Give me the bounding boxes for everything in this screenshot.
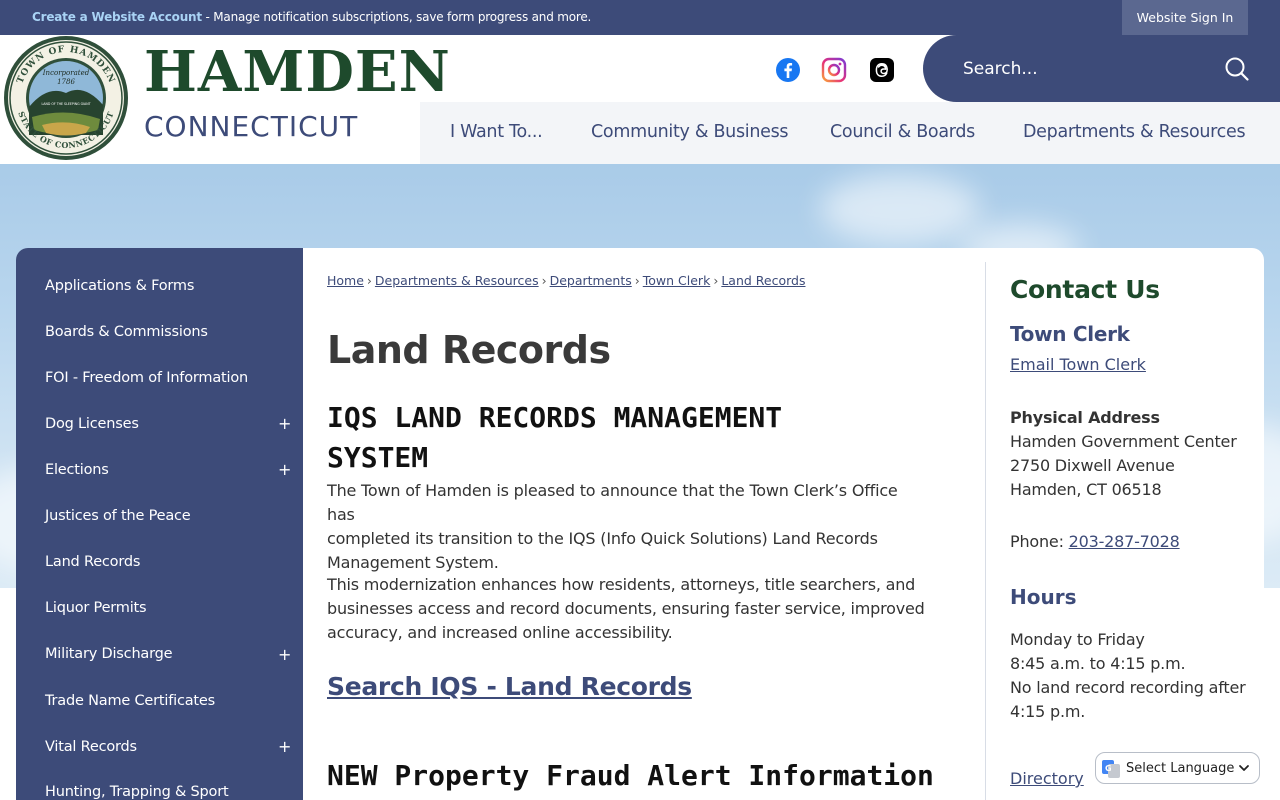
intro-paragraph: The Town of Hamden is pleased to announc… (327, 479, 927, 575)
svg-text:G: G (1105, 764, 1112, 773)
main-navigation: I Want To... Community & Business Counci… (420, 102, 1280, 164)
section-sidebar: Applications & Forms Boards & Commission… (16, 248, 303, 800)
site-title[interactable]: HAMDEN (144, 44, 451, 100)
search-input[interactable] (963, 53, 1213, 85)
breadcrumb-home[interactable]: Home (327, 273, 364, 288)
intro-line-2: completed its transition to the IQS (Inf… (327, 529, 878, 548)
modernization-paragraph: This modernization enhances how resident… (327, 573, 927, 645)
facebook-icon[interactable] (775, 57, 801, 83)
phone-label: Phone: (1010, 532, 1069, 551)
breadcrumb-separator: › (713, 273, 719, 288)
contact-heading: Contact Us (1010, 275, 1160, 304)
town-seal-logo[interactable]: Incorporated 1786 LAND OF THE SLEEPING G… (2, 35, 130, 161)
breadcrumb-separator: › (541, 273, 547, 288)
expand-dog-licenses-icon[interactable]: + (278, 414, 291, 433)
google-translate-icon: G (1102, 760, 1120, 778)
address-block: Physical Address Hamden Government Cente… (1010, 406, 1237, 502)
search-bar (923, 35, 1280, 102)
fraud-alert-heading: NEW Property Fraud Alert Information (327, 759, 934, 792)
page-title: Land Records (327, 328, 611, 372)
create-account-link[interactable]: Create a Website Account (32, 10, 202, 24)
address-line-1: Hamden Government Center (1010, 432, 1237, 451)
breadcrumb-departments[interactable]: Departments (550, 273, 632, 288)
breadcrumb-land-records[interactable]: Land Records (721, 273, 805, 288)
sidebar-item-vital-records[interactable]: Vital Records (45, 739, 137, 755)
breadcrumb-town-clerk[interactable]: Town Clerk (643, 273, 711, 288)
email-town-clerk-link[interactable]: Email Town Clerk (1010, 355, 1146, 374)
hours-heading: Hours (1010, 585, 1077, 609)
contact-department: Town Clerk (1010, 322, 1130, 346)
modernization-line-3: accuracy, and increased online accessibi… (327, 623, 673, 642)
address-line-2: 2750 Dixwell Avenue (1010, 456, 1175, 475)
chevron-down-icon (1239, 765, 1249, 771)
sidebar-item-military-discharge[interactable]: Military Discharge (45, 646, 173, 662)
nav-departments-resources[interactable]: Departments & Resources (1023, 122, 1246, 142)
breadcrumb-separator: › (366, 273, 372, 288)
sidebar-item-trade-name[interactable]: Trade Name Certificates (45, 693, 215, 709)
search-icon[interactable] (1223, 55, 1251, 83)
create-account-description: - Manage notification subscriptions, sav… (201, 10, 592, 24)
column-divider (985, 262, 986, 800)
breadcrumb-departments-resources[interactable]: Departments & Resources (375, 273, 539, 288)
sidebar-item-boards-commissions[interactable]: Boards & Commissions (45, 324, 208, 340)
directory-link[interactable]: Directory (1010, 769, 1084, 788)
sidebar-item-applications-forms[interactable]: Applications & Forms (45, 278, 194, 294)
seal-motto: LAND OF THE SLEEPING GIANT (41, 102, 90, 106)
search-iqs-link[interactable]: Search IQS - Land Records (327, 672, 692, 701)
sidebar-item-elections[interactable]: Elections (45, 462, 109, 478)
address-line-3: Hamden, CT 06518 (1010, 480, 1162, 499)
account-bar: Create a Website Account - Manage notifi… (0, 0, 1280, 35)
hours-line-3: No land record recording after (1010, 678, 1246, 697)
modernization-line-2: businesses access and record documents, … (327, 599, 925, 618)
sidebar-item-liquor-permits[interactable]: Liquor Permits (45, 600, 147, 616)
modernization-line-1: This modernization enhances how resident… (327, 575, 916, 594)
expand-military-discharge-icon[interactable]: + (278, 645, 291, 664)
breadcrumb-separator: › (634, 273, 640, 288)
sidebar-item-justices-peace[interactable]: Justices of the Peace (45, 508, 191, 524)
nav-i-want-to[interactable]: I Want To... (450, 122, 543, 142)
sidebar-item-dog-licenses[interactable]: Dog Licenses (45, 416, 139, 432)
nav-council-boards[interactable]: Council & Boards (830, 122, 975, 142)
hours-line-4: 4:15 p.m. (1010, 702, 1086, 721)
language-select-label: Select Language (1126, 761, 1235, 776)
iqs-heading-line1: IQS LAND RECORDS MANAGEMENT (327, 401, 783, 434)
breadcrumb: Home › Departments & Resources › Departments… (327, 273, 805, 288)
site-subtitle[interactable]: CONNECTICUT (144, 113, 358, 141)
hours-line-2: 8:45 a.m. to 4:15 p.m. (1010, 654, 1186, 673)
phone-line: Phone: 203-287-7028 (1010, 530, 1180, 554)
sidebar-item-land-records[interactable]: Land Records (45, 554, 140, 570)
hours-block: Monday to Friday 8:45 a.m. to 4:15 p.m. … (1010, 628, 1246, 724)
sign-in-button[interactable]: Website Sign In (1122, 0, 1248, 35)
expand-vital-records-icon[interactable]: + (278, 737, 291, 756)
account-message: Create a Website Account - Manage notifi… (32, 10, 591, 24)
threads-icon[interactable] (869, 57, 895, 83)
nav-community-business[interactable]: Community & Business (591, 122, 789, 142)
seal-year: 1786 (57, 78, 75, 86)
intro-line-3: Management System. (327, 553, 499, 572)
address-label: Physical Address (1010, 408, 1160, 427)
intro-line-1: The Town of Hamden is pleased to announc… (327, 481, 898, 524)
sidebar-item-hunting-trapping[interactable]: Hunting, Trapping & Sport (45, 784, 229, 800)
language-select[interactable]: G Select Language (1095, 752, 1260, 784)
instagram-icon[interactable] (821, 57, 847, 83)
seal-incorporated: Incorporated (42, 69, 90, 77)
phone-link[interactable]: 203-287-7028 (1069, 532, 1180, 551)
hours-line-1: Monday to Friday (1010, 630, 1145, 649)
iqs-heading-line2: SYSTEM (327, 441, 429, 474)
expand-elections-icon[interactable]: + (278, 460, 291, 479)
sidebar-item-foi[interactable]: FOI - Freedom of Information (45, 370, 248, 386)
